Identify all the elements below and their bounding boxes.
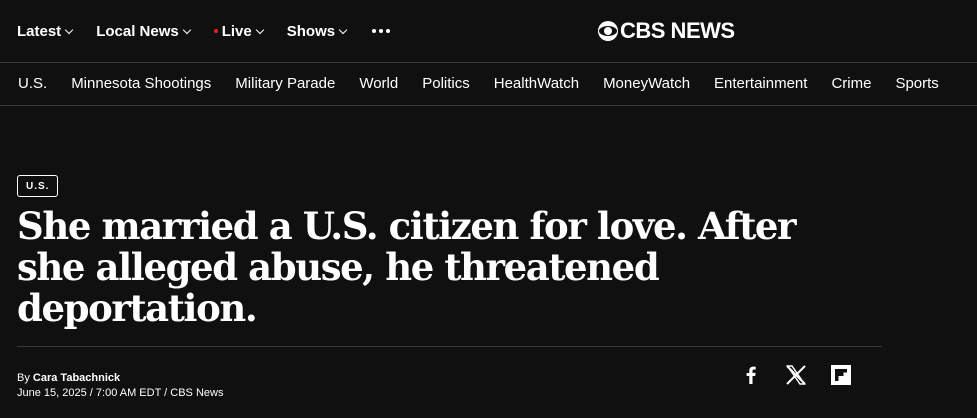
nav-local-news[interactable]: Local News [96,22,191,40]
nav-shows-label: Shows [286,22,336,40]
author-line: By Cara Tabachnick [17,371,223,386]
dateline: June 15, 2025 / 7:00 AM EDT / CBS News [17,387,224,399]
section-nav-item[interactable]: Military Parade [235,75,335,92]
section-nav-item[interactable]: Sports [895,75,938,92]
x-icon[interactable] [784,363,808,387]
divider [17,346,882,347]
top-bar: Latest Local News Live Shows CBS NEWS [0,0,977,62]
section-nav: U.S. Minnesota Shootings Military Parade Wo… [0,62,977,106]
section-nav-item[interactable]: Minnesota Shootings [71,75,211,92]
nav-live-label: Live [221,22,252,40]
primary-nav: Latest Local News Live Shows [17,19,391,43]
section-nav-item[interactable]: Crime [831,75,871,92]
chevron-down-icon [64,25,74,34]
section-nav-item[interactable]: Politics [422,75,470,92]
cbs-eye-icon [598,21,618,41]
category-tag[interactable]: U.S. [17,175,59,197]
nav-local-news-label: Local News [96,22,179,40]
more-menu-icon[interactable] [372,29,391,33]
nav-latest[interactable]: Latest [17,22,74,40]
facebook-icon[interactable] [739,363,763,387]
chevron-down-icon [255,25,264,34]
section-nav-item[interactable]: MoneyWatch [603,75,690,92]
by-prefix: By [17,372,33,384]
section-nav-item[interactable]: World [359,75,398,92]
section-nav-item[interactable]: Entertainment [714,75,807,92]
section-nav-item[interactable]: HealthWatch [494,75,579,92]
chevron-down-icon [182,25,191,34]
nav-latest-label: Latest [17,22,62,40]
nav-live[interactable]: Live [213,22,264,40]
section-nav-item[interactable]: U.S. [18,75,47,92]
byline: By Cara Tabachnick June 15, 2025 / 7:00 … [17,371,223,401]
nav-shows[interactable]: Shows [286,22,348,40]
article-headline: She married a U.S. citizen for love. Aft… [17,204,797,330]
chevron-down-icon [338,25,348,34]
live-indicator-icon [213,29,218,33]
flipboard-icon[interactable] [829,363,853,387]
logo-text: CBS NEWS [620,18,735,43]
author-name[interactable]: Cara Tabachnick [33,372,120,384]
section-nav-list: U.S. Minnesota Shootings Military Parade Wo… [18,75,963,92]
cbs-news-logo[interactable]: CBS NEWS [598,18,735,43]
